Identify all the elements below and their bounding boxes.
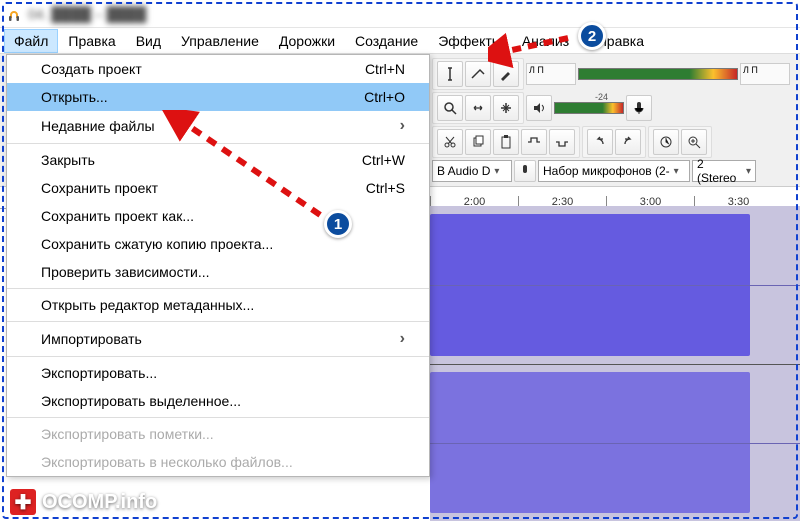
submenu-arrow-icon	[400, 117, 405, 135]
menu-item[interactable]: Сохранить проект как...	[7, 202, 429, 230]
menu-item[interactable]: Закрыть Ctrl+W	[7, 146, 429, 174]
menu-item-label: Импортировать	[41, 331, 142, 347]
menu-item-label: Открыть редактор метаданных...	[41, 297, 254, 313]
menu-item[interactable]: Открыть редактор метаданных...	[7, 291, 429, 319]
menu-view[interactable]: Вид	[126, 29, 171, 53]
menu-tracks[interactable]: Дорожки	[269, 29, 345, 53]
menu-item[interactable]: Экспортировать выделенное...	[7, 387, 429, 415]
redo-icon[interactable]	[615, 129, 641, 155]
menu-transport[interactable]: Управление	[171, 29, 269, 53]
watermark-icon: ✚	[10, 489, 36, 515]
menu-item-label: Сохранить сжатую копию проекта...	[41, 236, 273, 252]
menu-edit[interactable]: Правка	[58, 29, 125, 53]
watermark-text: OCOMP.info	[42, 491, 157, 514]
cut-icon[interactable]	[437, 129, 463, 155]
menu-analyze[interactable]: Анализ	[512, 29, 579, 53]
menu-item-label: Экспортировать выделенное...	[41, 393, 241, 409]
mic-icon[interactable]	[626, 95, 652, 121]
copy-icon[interactable]	[465, 129, 491, 155]
menu-item[interactable]: Сохранить сжатую копию проекта...	[7, 230, 429, 258]
sync-lock-icon[interactable]	[653, 129, 679, 155]
menu-item-shortcut: Ctrl+N	[365, 61, 405, 77]
tool-timeshift-icon[interactable]	[465, 95, 491, 121]
menu-item-shortcut: Ctrl+S	[366, 180, 405, 196]
menu-item-shortcut: Ctrl+O	[364, 89, 405, 105]
menu-item: Экспортировать пометки...	[7, 420, 429, 448]
menu-item[interactable]: Сохранить проект Ctrl+S	[7, 174, 429, 202]
window-title: 04. ████ – ████	[28, 6, 146, 22]
meter-labels-play: Л П	[740, 63, 790, 85]
file-menu-dropdown: Создать проект Ctrl+N Открыть... Ctrl+O Неда…	[6, 54, 430, 477]
menu-item-label: Создать проект	[41, 61, 142, 77]
app-icon	[6, 6, 22, 22]
mic-combo[interactable]: Набор микрофонов (2-	[538, 160, 690, 182]
host-combo[interactable]: B Audio D	[432, 160, 512, 182]
tool-ibeam-icon[interactable]	[437, 61, 463, 87]
play-meter[interactable]: -24	[554, 102, 624, 114]
tool-multi-icon[interactable]	[493, 95, 519, 121]
menubar: Файл Правка Вид Управление Дорожки Созда…	[0, 28, 800, 54]
tool-group-cursor	[432, 58, 524, 90]
trim-icon[interactable]	[521, 129, 547, 155]
menu-item[interactable]: Открыть... Ctrl+O	[7, 83, 429, 111]
meter-value: -24	[595, 92, 608, 102]
menu-file[interactable]: Файл	[4, 29, 58, 53]
menu-item-label: Проверить зависимости...	[41, 264, 210, 280]
submenu-arrow-icon	[400, 330, 405, 348]
menu-item-shortcut: Ctrl+W	[362, 152, 405, 168]
menu-item-label: Экспортировать...	[41, 365, 157, 381]
menu-item-label: Экспортировать пометки...	[41, 426, 214, 442]
menu-item[interactable]: Проверить зависимости...	[7, 258, 429, 286]
menu-item-label: Сохранить проект как...	[41, 208, 194, 224]
paste-icon[interactable]	[493, 129, 519, 155]
channels-combo[interactable]: 2 (Stereo	[692, 160, 756, 182]
menu-item[interactable]: Создать проект Ctrl+N	[7, 55, 429, 83]
zoom-in-icon[interactable]	[681, 129, 707, 155]
menu-item-label: Закрыть	[41, 152, 95, 168]
menu-item-label: Сохранить проект	[41, 180, 158, 196]
menu-effects[interactable]: Эффекты	[428, 29, 512, 53]
menu-item[interactable]: Недавние файлы	[7, 111, 429, 141]
speaker-icon[interactable]	[526, 95, 552, 121]
mic-select-icon	[514, 160, 536, 182]
menu-item-label: Экспортировать в несколько файлов...	[41, 454, 293, 470]
tool-envelope-icon[interactable]	[465, 61, 491, 87]
menu-generate[interactable]: Создание	[345, 29, 428, 53]
menu-item[interactable]: Экспортировать...	[7, 359, 429, 387]
tool-draw-icon[interactable]	[493, 61, 519, 87]
menu-item-label: Открыть...	[41, 89, 108, 105]
menu-item: Экспортировать в несколько файлов...	[7, 448, 429, 476]
waveform-track[interactable]	[430, 206, 800, 521]
undo-icon[interactable]	[587, 129, 613, 155]
silence-icon[interactable]	[549, 129, 575, 155]
menu-item-label: Недавние файлы	[41, 118, 155, 134]
menu-help[interactable]: Справка	[579, 29, 654, 53]
menu-item[interactable]: Импортировать	[7, 324, 429, 354]
tool-zoom-icon[interactable]	[437, 95, 463, 121]
rec-meter[interactable]	[578, 68, 738, 80]
watermark: ✚ OCOMP.info	[10, 489, 157, 515]
titlebar: 04. ████ – ████	[0, 0, 800, 28]
meter-labels-rec: Л П	[526, 63, 576, 85]
